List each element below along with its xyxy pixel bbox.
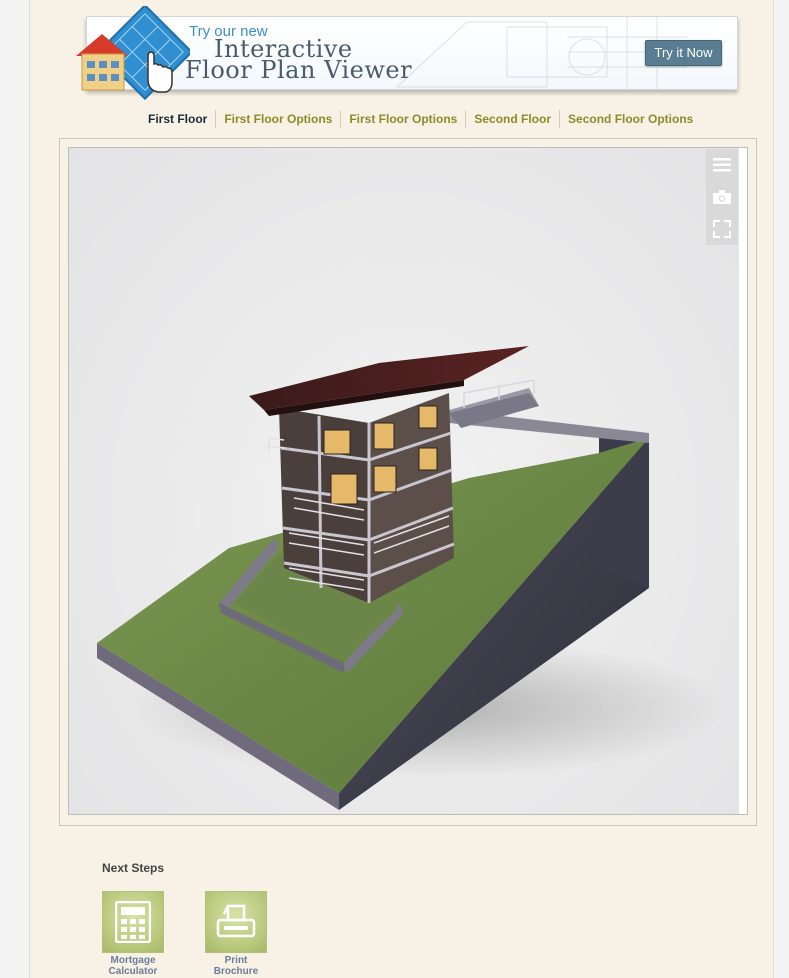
mortgage-calculator-button[interactable]: Mortgage Calculator (101, 891, 165, 977)
house-3d-model[interactable] (69, 148, 739, 814)
tab-first-floor-options-2[interactable]: First Floor Options (340, 110, 465, 128)
tab-first-floor[interactable]: First Floor (140, 110, 215, 128)
fullscreen-icon (713, 220, 731, 238)
menu-icon (713, 158, 731, 172)
tab-second-floor-options[interactable]: Second Floor Options (559, 110, 701, 128)
next-steps-heading: Next Steps (102, 861, 165, 875)
floor-plan-logo-icon (76, 6, 190, 101)
banner-title-line2: Floor Plan Viewer (185, 56, 413, 84)
print-brochure-label: Print Brochure (213, 955, 259, 977)
calculator-icon (115, 901, 151, 943)
print-brochure-button[interactable]: Print Brochure (204, 891, 268, 977)
screenshot-button[interactable] (706, 181, 738, 213)
mortgage-calculator-label: Mortgage Calculator (108, 955, 158, 977)
camera-icon (713, 190, 731, 204)
3d-model-viewer[interactable] (69, 148, 739, 814)
viewer-toolbar (706, 149, 738, 245)
printer-icon (216, 904, 256, 938)
page-right-margin (773, 0, 789, 978)
try-it-now-button[interactable]: Try it Now (645, 40, 722, 66)
tab-second-floor[interactable]: Second Floor (465, 110, 559, 128)
tab-first-floor-options-1[interactable]: First Floor Options (215, 110, 340, 128)
calculator-tile (102, 891, 164, 953)
page-left-margin (0, 0, 30, 978)
printer-tile (205, 891, 267, 953)
fullscreen-button[interactable] (706, 213, 738, 245)
floor-tabs: First Floor First Floor Options First Fl… (140, 109, 701, 129)
menu-button[interactable] (706, 149, 738, 181)
